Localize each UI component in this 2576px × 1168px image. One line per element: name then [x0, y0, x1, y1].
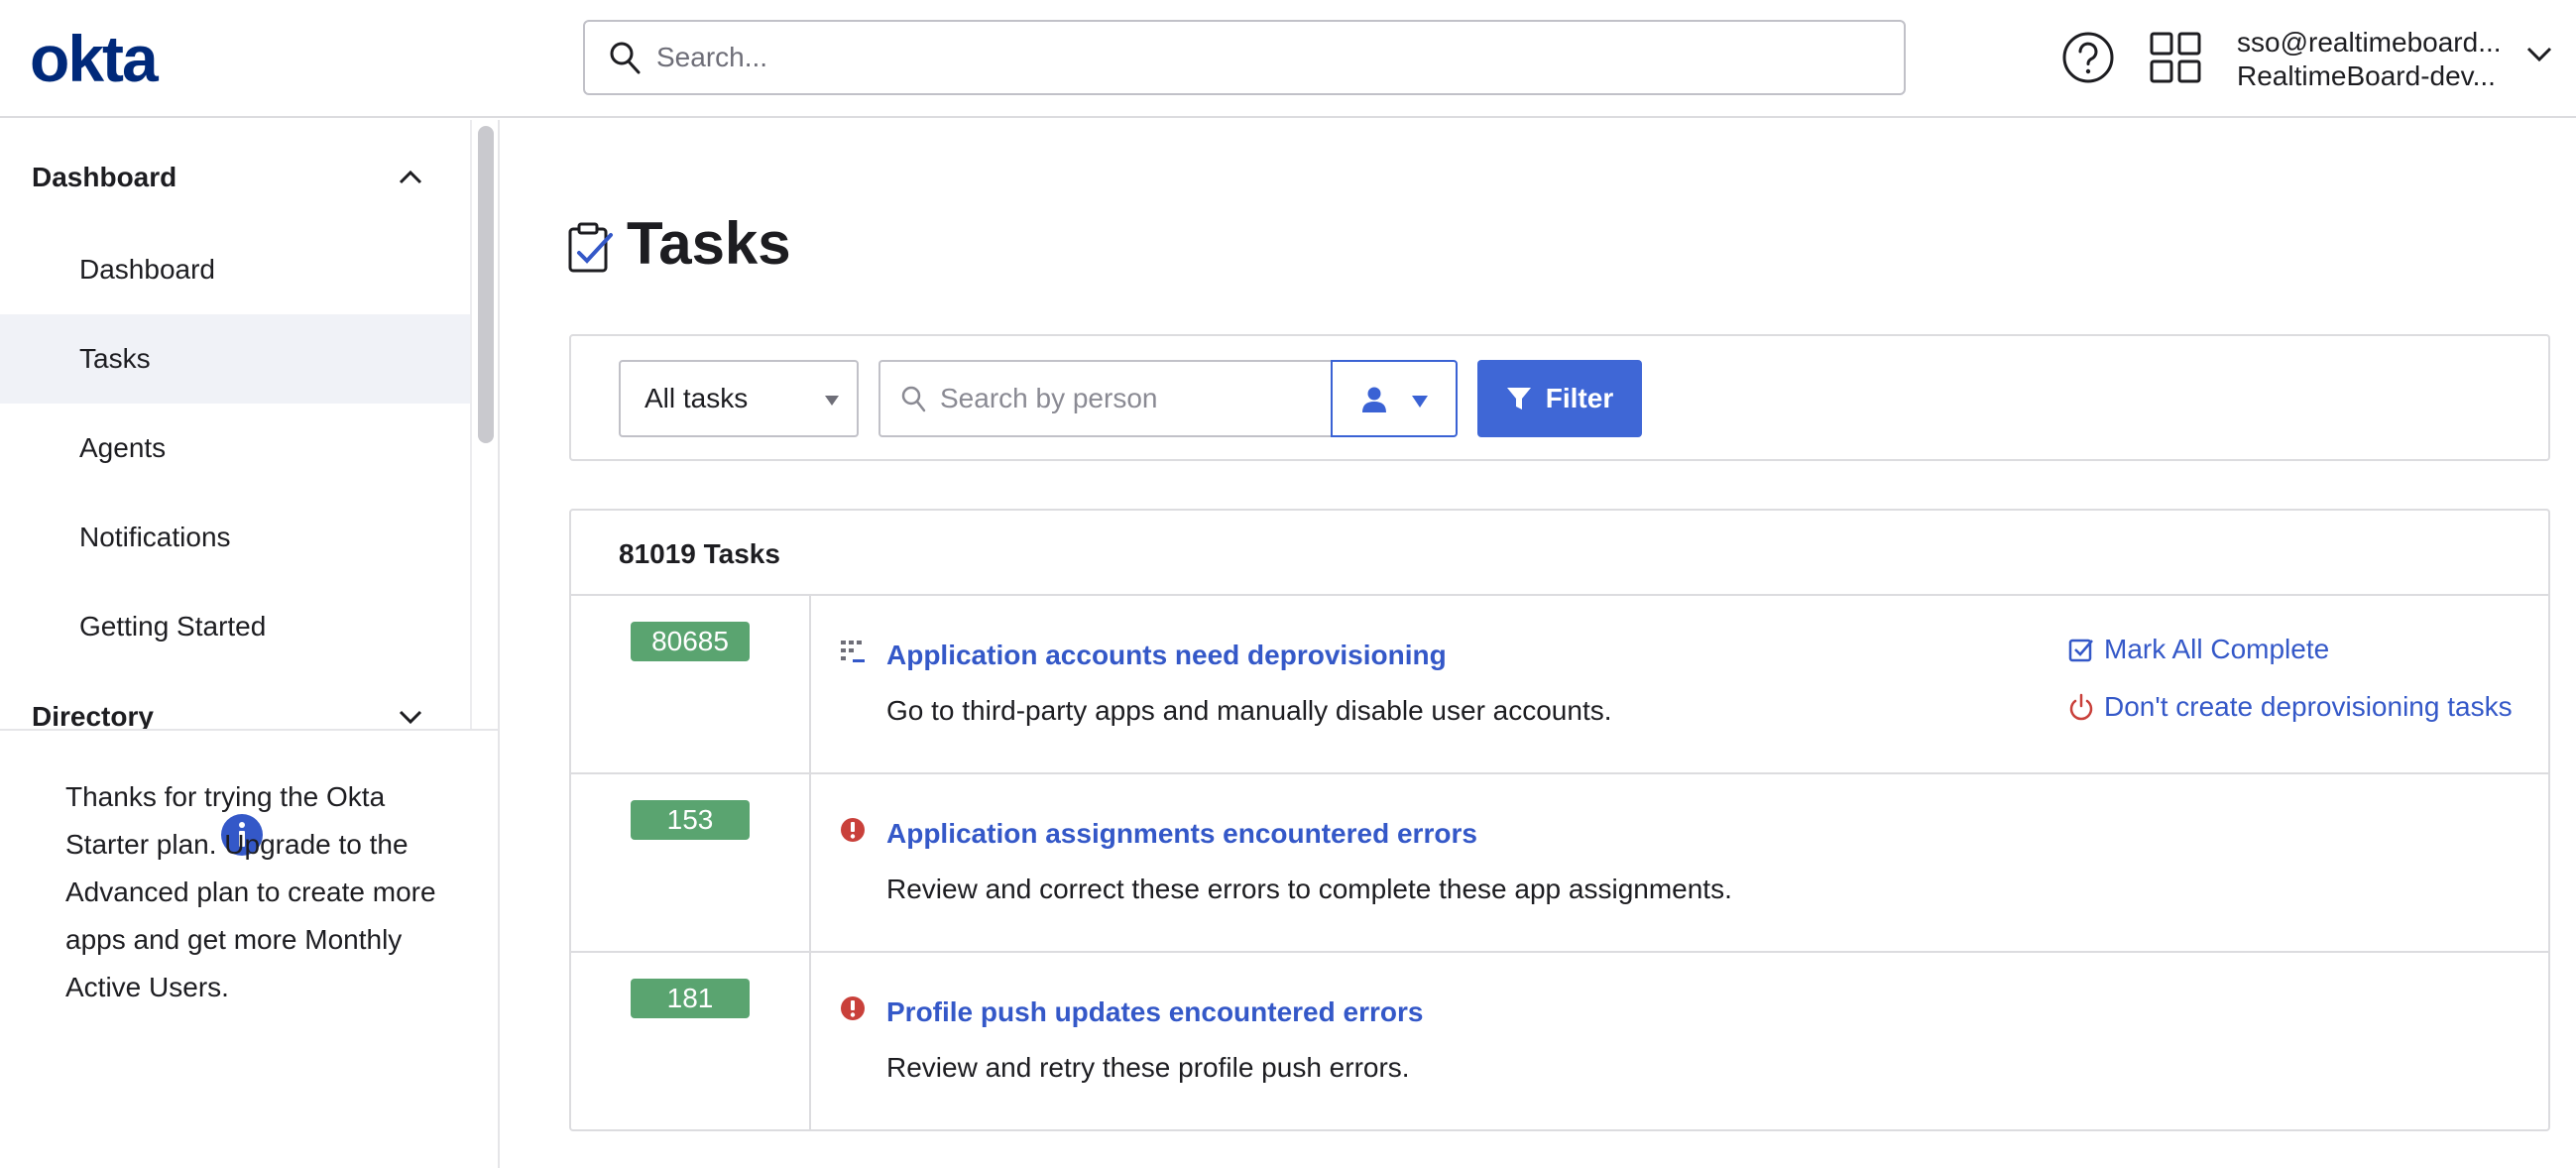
filter-button[interactable]: Filter: [1477, 360, 1642, 437]
help-icon[interactable]: [2060, 30, 2116, 85]
checkbox-check-icon: [2068, 639, 2093, 662]
sidebar-section-directory[interactable]: Directory: [32, 701, 154, 729]
search-icon: [901, 386, 926, 412]
filter-panel: All tasks Filter: [569, 334, 2550, 461]
person-icon: [1362, 387, 1386, 412]
person-search-input[interactable]: [940, 383, 1317, 414]
chevron-down-icon[interactable]: [2524, 44, 2554, 65]
page-title: Tasks: [627, 210, 791, 277]
task-type-select[interactable]: All tasks: [619, 360, 859, 437]
tasks-table: 81019 Tasks 80685 Application accounts n…: [569, 509, 2550, 1131]
upgrade-message: Thanks for trying the Okta Starter plan.…: [65, 781, 436, 1002]
filter-button-label: Filter: [1545, 383, 1614, 413]
user-menu[interactable]: sso@realtimeboard... RealtimeBoard-dev..…: [2237, 26, 2502, 93]
task-description: Review and correct these errors to compl…: [886, 874, 1732, 904]
sidebar-item-agents[interactable]: Agents: [0, 404, 470, 493]
task-description: Review and retry these profile push erro…: [886, 1052, 1410, 1083]
sidebar-scroll-thumb[interactable]: [478, 126, 494, 443]
search-icon: [610, 42, 641, 74]
top-bar: okta sso@realtimeboard... RealtimeBoard-…: [0, 0, 2576, 118]
funnel-icon: [1506, 388, 1531, 409]
user-email: sso@realtimeboard...: [2237, 27, 2502, 58]
sidebar-item-notifications[interactable]: Notifications: [0, 493, 470, 582]
power-icon: [2069, 693, 2093, 721]
task-title-link[interactable]: Profile push updates encountered errors: [886, 996, 1423, 1028]
mark-all-complete-link[interactable]: Mark All Complete: [2068, 634, 2329, 665]
task-count-badge: 80685: [631, 622, 750, 661]
task-title-link[interactable]: Application assignments encountered erro…: [886, 818, 1477, 850]
task-description: Go to third-party apps and manually disa…: [886, 695, 1612, 726]
task-row: 80685 Application accounts need deprovis…: [571, 594, 2548, 772]
task-title-link[interactable]: Application accounts need deprovisioning: [886, 640, 1447, 671]
dont-create-deprovisioning-label: Don't create deprovisioning tasks: [2104, 691, 2513, 722]
task-type-select-value: All tasks: [644, 383, 749, 413]
sidebar-item-dashboard[interactable]: Dashboard: [0, 225, 470, 314]
sidebar-item-getting-started[interactable]: Getting Started: [0, 582, 470, 671]
task-count-badge: 181: [631, 979, 750, 1018]
task-row: 181 Profile push updates encountered err…: [571, 951, 2548, 1129]
global-search-input[interactable]: [656, 42, 1846, 73]
okta-logo[interactable]: okta: [30, 26, 159, 91]
sidebar-section-dashboard[interactable]: Dashboard: [32, 162, 176, 193]
app-grid-icon[interactable]: [2148, 30, 2203, 85]
caret-down-icon: [825, 396, 839, 406]
mark-all-complete-label: Mark All Complete: [2104, 634, 2330, 664]
sidebar-item-tasks[interactable]: Tasks: [0, 314, 470, 404]
main-content: Tasks All tasks Filter 81019 Tasks 80685…: [502, 120, 2576, 1168]
clipboard-check-icon: [568, 222, 613, 273]
tasks-count: 81019 Tasks: [619, 538, 780, 569]
person-type-dropdown[interactable]: [1331, 360, 1458, 437]
sidebar-scrollbar[interactable]: [470, 120, 498, 729]
sidebar-nav: Dashboard Dashboard Tasks Agents Notific…: [0, 120, 498, 731]
deprovision-list-icon: [841, 641, 865, 662]
user-org: RealtimeBoard-dev...: [2237, 60, 2496, 91]
task-row: 153 Application assignments encountered …: [571, 772, 2548, 951]
caret-down-icon: [1412, 396, 1428, 408]
global-search[interactable]: [583, 20, 1906, 95]
error-icon: [841, 996, 865, 1020]
task-count-badge: 153: [631, 800, 750, 840]
chevron-down-icon[interactable]: [397, 709, 424, 727]
error-icon: [841, 818, 865, 842]
dont-create-deprovisioning-link[interactable]: Don't create deprovisioning tasks: [2068, 691, 2513, 723]
chevron-up-icon[interactable]: [397, 168, 424, 185]
person-search[interactable]: [878, 360, 1331, 437]
